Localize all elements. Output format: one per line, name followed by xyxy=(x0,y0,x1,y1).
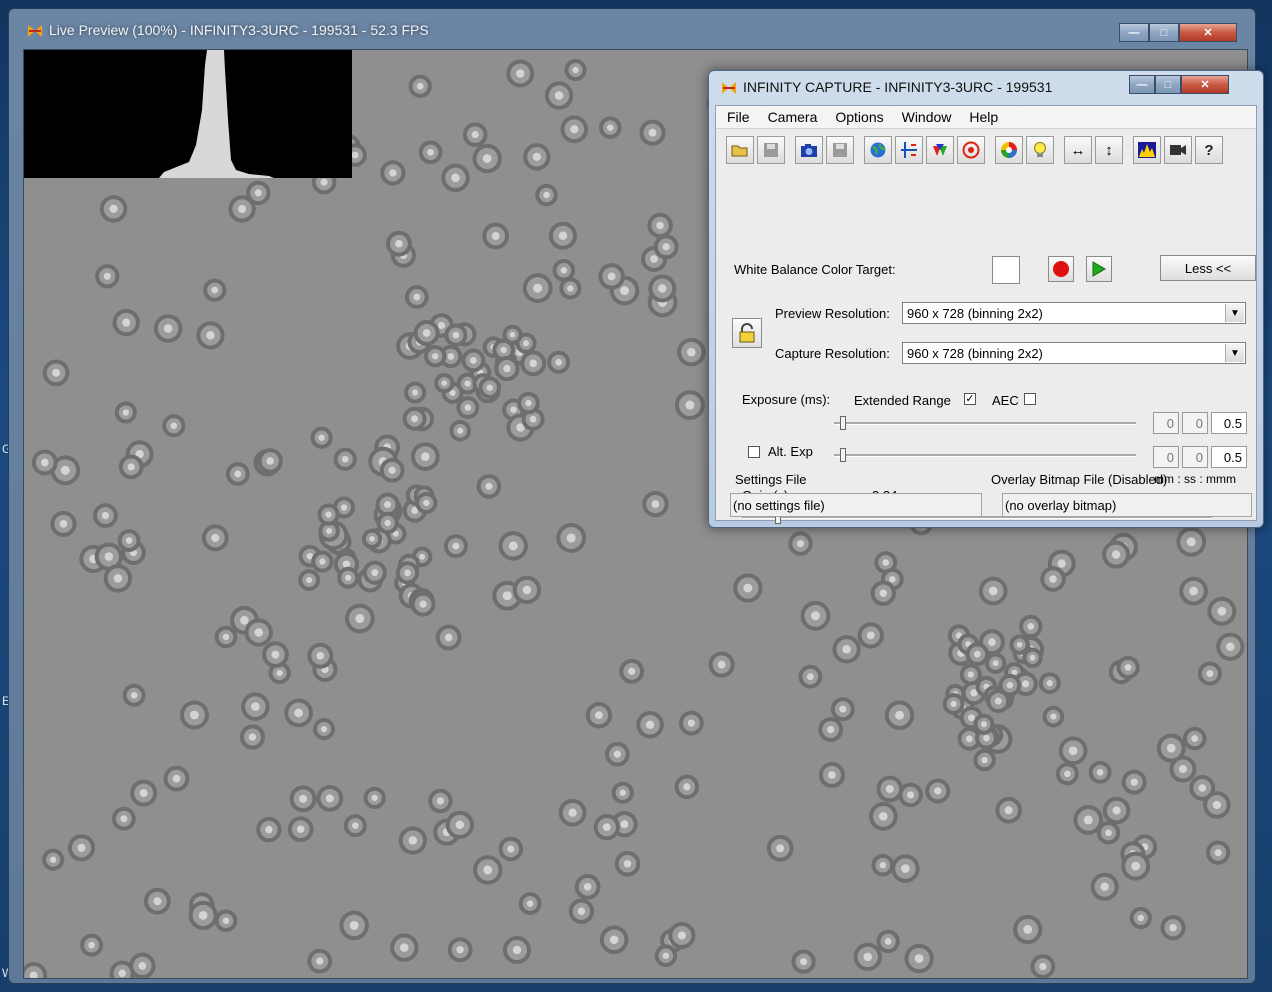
histogram-overlay xyxy=(24,50,352,178)
live-preview-window-controls: — □ ✕ xyxy=(1119,23,1237,42)
record-button[interactable] xyxy=(1048,256,1074,282)
play-icon xyxy=(1092,261,1106,277)
toolbar: ↔ ↕ ? xyxy=(726,136,1226,166)
globe-icon[interactable] xyxy=(864,136,892,164)
menu-help[interactable]: Help xyxy=(958,106,1005,128)
color-balance-icon[interactable] xyxy=(926,136,954,164)
color-wheel-icon[interactable] xyxy=(995,136,1023,164)
alt-exp-label: Alt. Exp xyxy=(768,444,813,459)
menu-file[interactable]: File xyxy=(716,106,757,128)
chevron-down-icon[interactable]: ▼ xyxy=(1225,344,1244,362)
capture-panel: File Camera Options Window Help ↔ ↕ ? Wh… xyxy=(715,105,1257,524)
lightbulb-icon[interactable] xyxy=(1026,136,1054,164)
alt-exp-slider-thumb[interactable] xyxy=(840,448,847,462)
close-button[interactable]: ✕ xyxy=(1181,75,1229,94)
capture-window-title: INFINITY CAPTURE - INFINITY3-3URC - 1995… xyxy=(743,79,1053,95)
target-icon[interactable] xyxy=(957,136,985,164)
help-icon[interactable]: ? xyxy=(1195,136,1223,164)
lock-button[interactable] xyxy=(732,318,762,348)
exposure-mm-field[interactable]: 0 xyxy=(1153,412,1179,434)
menu-options[interactable]: Options xyxy=(824,106,890,128)
horizontal-flip-icon[interactable]: ↔ xyxy=(1064,136,1092,164)
capture-window-controls: — □ ✕ xyxy=(1129,75,1229,94)
histogram-icon[interactable] xyxy=(1133,136,1161,164)
less-button[interactable]: Less << xyxy=(1160,255,1256,281)
save-image-icon[interactable] xyxy=(826,136,854,164)
minimize-button[interactable]: — xyxy=(1129,75,1155,94)
maximize-button[interactable]: □ xyxy=(1149,23,1179,42)
overlay-file-label: Overlay Bitmap File (Disabled) xyxy=(991,472,1168,487)
infinity-app-icon xyxy=(721,80,737,96)
play-button[interactable] xyxy=(1086,256,1112,282)
record-icon xyxy=(1053,261,1069,277)
exposure-slider-thumb[interactable] xyxy=(840,416,847,430)
overlay-file-field[interactable]: (no overlay bitmap) xyxy=(1002,493,1252,517)
vertical-flip-icon[interactable]: ↕ xyxy=(1095,136,1123,164)
close-button[interactable]: ✕ xyxy=(1179,23,1237,42)
settings-file-label: Settings File xyxy=(735,472,807,487)
live-preview-title: Live Preview (100%) - INFINITY3-3URC - 1… xyxy=(49,22,429,38)
capture-resolution-value: 960 x 728 (binning 2x2) xyxy=(907,346,1043,361)
minimize-button[interactable]: — xyxy=(1119,23,1149,42)
settings-file-field[interactable]: (no settings file) xyxy=(730,493,982,517)
extended-range-checkbox[interactable]: ✓ xyxy=(964,393,976,405)
exposure-mmm-field[interactable]: 0.5 xyxy=(1211,412,1247,434)
exposure-ss-field[interactable]: 0 xyxy=(1182,412,1208,434)
preview-resolution-label: Preview Resolution: xyxy=(775,306,890,321)
alt-exp-ss-field[interactable]: 0 xyxy=(1182,446,1208,468)
white-balance-color-swatch[interactable] xyxy=(992,256,1020,284)
alt-exp-mm-field[interactable]: 0 xyxy=(1153,446,1179,468)
save-icon[interactable] xyxy=(757,136,785,164)
capture-resolution-select[interactable]: 960 x 728 (binning 2x2) ▼ xyxy=(902,342,1246,364)
extended-range-label: Extended Range xyxy=(854,393,951,408)
open-folder-icon[interactable] xyxy=(726,136,754,164)
infinity-capture-window[interactable]: INFINITY CAPTURE - INFINITY3-3URC - 1995… xyxy=(708,70,1264,528)
preview-resolution-value: 960 x 728 (binning 2x2) xyxy=(907,306,1043,321)
lock-icon xyxy=(739,323,755,343)
menu-bar: File Camera Options Window Help xyxy=(716,106,1256,129)
exposure-label: Exposure (ms): xyxy=(742,392,831,407)
aec-label: AEC xyxy=(992,393,1019,408)
crosshair-icon[interactable] xyxy=(895,136,923,164)
menu-camera[interactable]: Camera xyxy=(757,106,825,128)
alt-exp-slider-track[interactable] xyxy=(834,454,1136,457)
preview-resolution-select[interactable]: 960 x 728 (binning 2x2) ▼ xyxy=(902,302,1246,324)
capture-resolution-label: Capture Resolution: xyxy=(775,346,890,361)
alt-exp-checkbox[interactable] xyxy=(748,446,760,458)
maximize-button[interactable]: □ xyxy=(1155,75,1181,94)
camera-snapshot-icon[interactable] xyxy=(795,136,823,164)
video-record-icon[interactable] xyxy=(1164,136,1192,164)
aec-checkbox[interactable] xyxy=(1024,393,1036,405)
chevron-down-icon[interactable]: ▼ xyxy=(1225,304,1244,322)
exposure-slider-track[interactable] xyxy=(834,422,1136,425)
menu-window[interactable]: Window xyxy=(891,106,959,128)
infinity-app-icon xyxy=(27,23,43,39)
white-balance-label: White Balance Color Target: xyxy=(734,262,896,277)
alt-exp-mmm-field[interactable]: 0.5 xyxy=(1211,446,1247,468)
